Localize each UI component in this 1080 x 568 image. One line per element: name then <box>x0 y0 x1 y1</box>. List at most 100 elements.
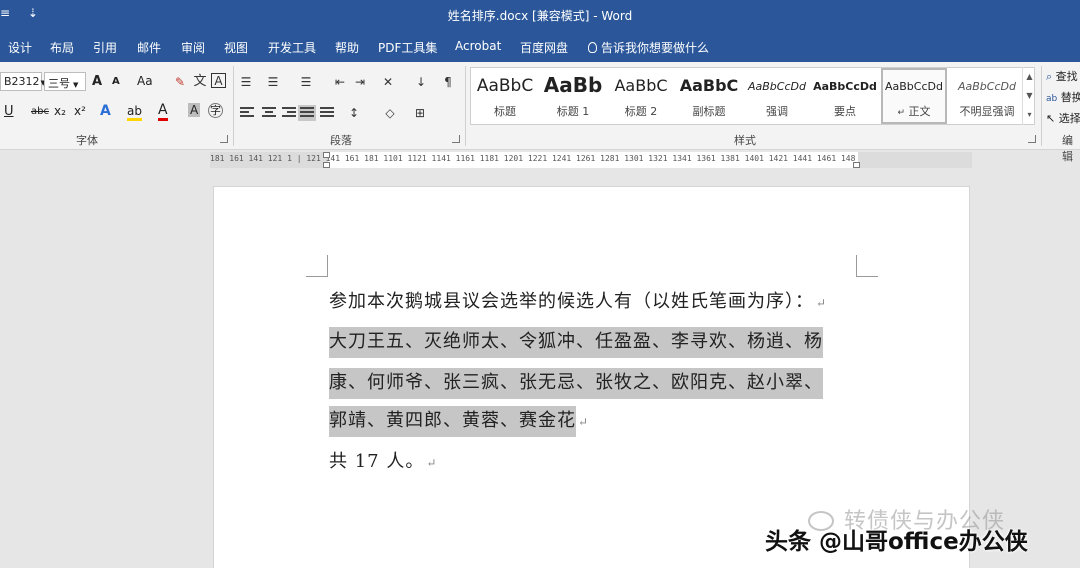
style-name: 标题 <box>494 105 516 118</box>
cursor-icon: ↖ <box>1046 112 1056 125</box>
text-effects-button[interactable]: A <box>100 103 111 119</box>
styles-group-label: 样式 <box>734 134 756 147</box>
phonetic-guide-icon[interactable]: 文 <box>192 74 208 90</box>
paragraph-text: 共 17 人。 <box>329 451 425 472</box>
sort-icon[interactable]: ↓ <box>413 74 429 90</box>
styles-gallery: AaBbC 标题 AaBb 标题 1 AaBbC 标题 2 AaBbC 副标题 … <box>470 67 1035 125</box>
replace-label: 替换 <box>1060 91 1080 104</box>
select-button[interactable]: ↖ 选择 <box>1046 110 1080 126</box>
paragraph-dialog-launcher-icon[interactable] <box>452 135 460 143</box>
align-right-icon[interactable] <box>282 107 296 119</box>
group-divider <box>465 66 466 146</box>
decrease-indent-icon[interactable]: ⇤ <box>332 74 348 90</box>
strikethrough-button[interactable]: abc <box>31 106 49 117</box>
increase-indent-icon[interactable]: ⇥ <box>352 74 368 90</box>
change-case-button[interactable]: Aa <box>137 74 153 88</box>
styles-dialog-launcher-icon[interactable] <box>1028 135 1036 143</box>
superscript-button[interactable]: x² <box>74 104 86 118</box>
style-normal[interactable]: AaBbCcDd ↵ 正文 <box>881 68 947 124</box>
font-size-value: 三号 <box>48 77 70 90</box>
multilevel-list-icon[interactable]: ☰ <box>298 74 314 90</box>
style-sample: AaBbCcDd <box>958 80 1016 93</box>
shading-icon[interactable]: ◇ <box>382 105 398 121</box>
right-indent-marker[interactable] <box>853 162 860 168</box>
tab-review[interactable]: 审阅 <box>181 39 205 56</box>
clear-format-icon[interactable]: ✎ <box>172 74 188 90</box>
align-left-icon[interactable] <box>240 107 254 119</box>
paragraph-mark: ↵ <box>897 108 906 118</box>
scroll-up-icon[interactable]: ▲ <box>1023 67 1036 86</box>
tab-pdf-tools[interactable]: PDF工具集 <box>378 39 437 56</box>
style-subtle-emphasis[interactable]: AaBbCcDd 不明显强调 <box>951 68 1023 124</box>
tell-me-search[interactable]: 告诉我你想要做什么 <box>588 39 709 56</box>
ribbon: B2312▼ 三号▼ A A Aa ✎ 文 A U abc x₂ x² A ab… <box>0 62 1080 163</box>
group-divider <box>233 66 234 146</box>
char-shading-button[interactable]: A <box>188 103 201 117</box>
scroll-down-icon[interactable]: ▼ <box>1023 86 1036 105</box>
selected-line[interactable]: 郭靖、黄四郎、黄蓉、赛金花 ↵ <box>329 406 589 437</box>
justify-icon[interactable] <box>298 105 316 121</box>
margin-corner-top-right <box>856 255 878 277</box>
subscript-button[interactable]: x₂ <box>54 104 66 118</box>
tab-help[interactable]: 帮助 <box>335 39 359 56</box>
style-sample: AaBbC <box>679 76 739 95</box>
margin-corner-top-left <box>306 255 328 277</box>
grow-font-button[interactable]: A <box>92 74 102 89</box>
style-name-text: 正文 <box>908 105 931 118</box>
find-button[interactable]: ⌕ 查找 <box>1046 68 1078 84</box>
font-size-box[interactable]: 三号 ▼ <box>44 72 86 91</box>
bullets-icon[interactable]: ☰ <box>238 74 254 90</box>
tab-mailings[interactable]: 邮件 <box>137 39 161 56</box>
select-label: 选择 <box>1058 112 1080 125</box>
gallery-scroll[interactable]: ▲ ▼ ▾ <box>1022 67 1036 125</box>
tab-acrobat[interactable]: Acrobat <box>455 39 501 53</box>
document-paragraph[interactable]: 共 17 人。 ↵ <box>329 447 437 473</box>
show-marks-icon[interactable]: ¶ <box>440 74 456 90</box>
paragraph-mark: ↵ <box>426 456 438 470</box>
shrink-font-button[interactable]: A <box>112 76 120 87</box>
style-strong[interactable]: AaBbCcDd 要点 <box>811 68 879 124</box>
style-emphasis[interactable]: AaBbCcDd 强调 <box>743 68 811 124</box>
first-line-indent-marker[interactable] <box>323 152 330 158</box>
font-color-button[interactable]: A <box>158 102 168 121</box>
tab-design[interactable]: 设计 <box>8 39 32 56</box>
style-name: 强调 <box>766 105 788 118</box>
style-name: ↵ 正文 <box>883 103 945 119</box>
font-group-label: 字体 <box>76 134 98 147</box>
selected-line[interactable]: 大刀王五、灭绝师太、令狐冲、任盈盈、李寻欢、杨逍、杨 <box>329 327 823 358</box>
window-title: 姓名排序.docx [兼容模式] - Word <box>447 9 633 23</box>
tab-developer[interactable]: 开发工具 <box>268 39 316 56</box>
find-label: 查找 <box>1055 70 1078 83</box>
font-name-box[interactable]: B2312▼ <box>0 72 46 91</box>
selected-text: 郭靖、黄四郎、黄蓉、赛金花 <box>329 406 576 437</box>
style-subtitle[interactable]: AaBbC 副标题 <box>675 68 743 124</box>
horizontal-ruler[interactable]: 181 161 141 121 1 | 121 141 161 181 1101… <box>210 152 972 168</box>
paragraph-text: 参加本次鹅城县议会选举的候选人有（以姓氏笔画为序）： <box>329 291 814 312</box>
char-border-icon[interactable]: A <box>211 73 226 88</box>
selected-line[interactable]: 康、何师爷、张三疯、张无忌、张牧之、欧阳克、赵小翠、 <box>329 368 823 399</box>
gallery-more-icon[interactable]: ▾ <box>1023 105 1036 124</box>
style-title[interactable]: AaBbC 标题 <box>471 68 539 124</box>
tab-view[interactable]: 视图 <box>224 39 248 56</box>
replace-icon: ab <box>1046 94 1058 104</box>
numbering-icon[interactable]: ☰ <box>265 74 281 90</box>
tell-me-text: 告诉我你想要做什么 <box>601 41 710 55</box>
font-dialog-launcher-icon[interactable] <box>220 135 228 143</box>
font-name-value: B2312 <box>4 75 40 88</box>
highlight-button[interactable]: ab <box>127 104 142 121</box>
tab-references[interactable]: 引用 <box>93 39 117 56</box>
replace-button[interactable]: ab 替换 <box>1046 89 1080 105</box>
distributed-icon[interactable] <box>320 107 334 119</box>
underline-button[interactable]: U <box>4 104 14 119</box>
document-paragraph[interactable]: 参加本次鹅城县议会选举的候选人有（以姓氏笔画为序）： ↵ <box>329 287 827 313</box>
left-indent-marker[interactable] <box>323 162 330 168</box>
tab-baidu-netdisk[interactable]: 百度网盘 <box>520 39 568 56</box>
enclose-char-button[interactable]: 字 <box>208 103 223 118</box>
borders-icon[interactable]: ⊞ <box>412 105 428 121</box>
chinese-layout-icon[interactable]: ✕ <box>380 74 396 90</box>
style-heading-2[interactable]: AaBbC 标题 2 <box>607 68 675 124</box>
tab-layout[interactable]: 布局 <box>50 39 74 56</box>
style-heading-1[interactable]: AaBb 标题 1 <box>539 68 607 124</box>
line-spacing-icon[interactable]: ↕ <box>346 105 362 121</box>
align-center-icon[interactable] <box>262 107 276 119</box>
